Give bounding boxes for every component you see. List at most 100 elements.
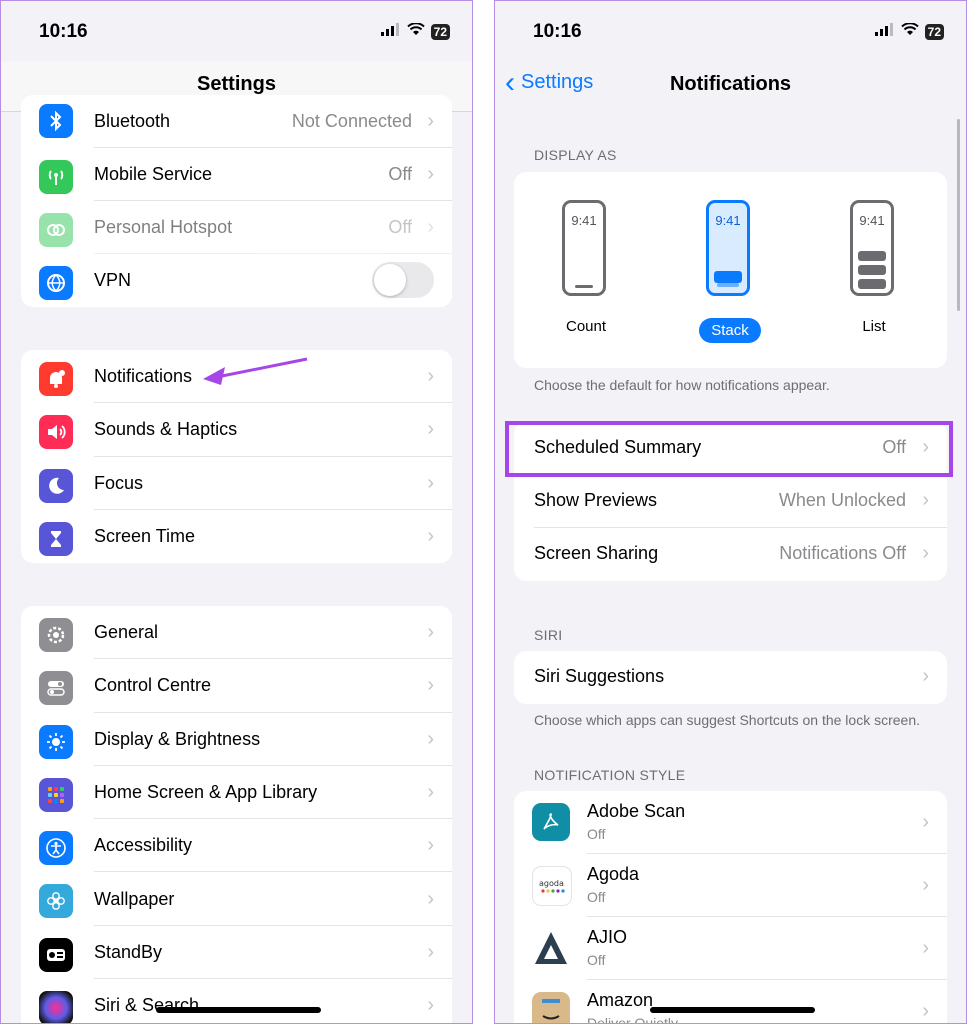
screen-sharing-row[interactable]: Screen Sharing Notifications Off › (514, 528, 947, 581)
moon-icon (39, 468, 73, 503)
accessibility-icon (39, 831, 73, 866)
highlight-box (505, 421, 953, 477)
wifi-icon (900, 22, 919, 41)
settings-row-siri-search[interactable]: Siri & Search › (21, 979, 452, 1023)
status-bar: 10:16 72 (1, 1, 472, 61)
status-time: 10:16 (533, 21, 582, 42)
chevron-right-icon: › (922, 874, 929, 896)
phone-mockup: 9:41 (850, 200, 894, 296)
status-time: 10:16 (39, 21, 88, 42)
gear-icon (39, 618, 73, 652)
cellular-signal-icon (380, 23, 401, 41)
home-indicator (650, 1007, 815, 1013)
speaker-icon (39, 415, 73, 450)
settings-row-home-screen[interactable]: Home Screen & App Library › (21, 766, 452, 820)
chevron-right-icon: › (427, 365, 434, 388)
connectivity-group: Bluetooth Not Connected › Mobile Service… (21, 95, 452, 307)
settings-row-display-brightness[interactable]: Display & Brightness › (21, 713, 452, 766)
settings-row-mobile-service[interactable]: Mobile Service Off › (21, 148, 452, 201)
switches-icon (39, 671, 73, 706)
ajio-icon (532, 929, 570, 967)
settings-screen: 10:16 72 Settings Bluetooth Not Connecte… (0, 0, 473, 1024)
settings-row-control-centre[interactable]: Control Centre › (21, 659, 452, 713)
chevron-right-icon: › (427, 834, 434, 857)
flower-icon (39, 884, 73, 919)
chevron-right-icon: › (427, 110, 434, 132)
selected-pill: Stack (699, 318, 761, 343)
agoda-icon: agoda (532, 866, 572, 906)
settings-row-screen-time[interactable]: Screen Time › (21, 510, 452, 563)
app-row-adobe-scan[interactable]: Adobe Scan Off › (514, 791, 947, 854)
amazon-icon (532, 992, 570, 1023)
annotation-arrow (203, 357, 308, 385)
settings-row-sounds-haptics[interactable]: Sounds & Haptics › (21, 403, 452, 457)
grid-icon (39, 777, 73, 812)
siri-footer: Choose which apps can suggest Shortcuts … (534, 712, 920, 728)
vpn-toggle[interactable] (372, 262, 434, 298)
chevron-right-icon: › (427, 727, 434, 750)
show-previews-row[interactable]: Show Previews When Unlocked › (514, 475, 947, 528)
scroll-indicator[interactable] (957, 119, 960, 311)
app-row-amazon[interactable]: Amazon Deliver Quietly › (514, 980, 947, 1023)
settings-row-bluetooth[interactable]: Bluetooth Not Connected › (21, 95, 452, 148)
app-row-agoda[interactable]: agoda Agoda Off › (514, 854, 947, 917)
hotspot-icon (39, 213, 73, 247)
chevron-right-icon: › (427, 163, 434, 185)
battery-icon: 72 (430, 24, 450, 40)
app-list: Adobe Scan Off › agoda Agoda Off › AJIO … (514, 791, 947, 1023)
chevron-right-icon: › (427, 674, 434, 697)
svg-text:agoda: agoda (539, 879, 564, 888)
chevron-right-icon: › (427, 621, 434, 644)
chevron-right-icon: › (922, 1000, 929, 1022)
section-header-display-as: DISPLAY AS (534, 147, 617, 163)
chevron-right-icon: › (427, 418, 434, 441)
settings-row-general[interactable]: General › (21, 606, 452, 660)
bluetooth-icon (39, 104, 73, 138)
general-group: General › Control Centre › Display & Bri… (21, 606, 452, 1023)
chevron-right-icon: › (427, 216, 434, 238)
antenna-icon (39, 160, 73, 194)
section-header-notification-style: NOTIFICATION STYLE (534, 767, 686, 783)
settings-row-standby[interactable]: StandBy › (21, 926, 452, 980)
chevron-right-icon: › (427, 887, 434, 910)
settings-row-accessibility[interactable]: Accessibility › (21, 819, 452, 873)
siri-group: Siri Suggestions › (514, 651, 947, 704)
section-header-siri: SIRI (534, 627, 563, 643)
notifications-screen: 10:16 72 ‹ Settings Notifications DISPLA… (494, 0, 967, 1024)
chevron-right-icon: › (427, 471, 434, 494)
battery-icon: 72 (924, 24, 944, 40)
page-title: Settings (197, 73, 276, 95)
siri-icon (39, 991, 73, 1023)
chevron-right-icon: › (922, 665, 929, 687)
wifi-icon (406, 22, 425, 41)
hourglass-icon (39, 521, 73, 556)
phone-mockup: 9:41 (706, 200, 750, 296)
display-as-picker: 9:41 Count 9:41 Stack 9:41 List (514, 172, 947, 368)
settings-row-personal-hotspot[interactable]: Personal Hotspot Off › (21, 201, 452, 254)
chevron-right-icon: › (427, 994, 434, 1017)
page-title: Notifications (669, 73, 792, 95)
bell-icon (39, 362, 73, 396)
globe-icon (39, 266, 73, 300)
siri-suggestions-row[interactable]: Siri Suggestions › (514, 651, 947, 704)
chevron-right-icon: › (922, 542, 929, 564)
chevron-right-icon: › (922, 489, 929, 511)
chevron-right-icon: › (922, 937, 929, 959)
chevron-right-icon: › (427, 940, 434, 963)
chevron-right-icon: › (922, 811, 929, 833)
settings-row-vpn[interactable]: VPN (21, 254, 452, 307)
adobe-scan-icon (532, 803, 570, 841)
chevron-right-icon: › (427, 781, 434, 804)
chevron-right-icon: › (427, 525, 434, 548)
status-bar: 10:16 72 (495, 1, 966, 61)
standby-icon (39, 937, 73, 972)
settings-row-focus[interactable]: Focus › (21, 457, 452, 510)
home-indicator (156, 1007, 321, 1013)
cellular-signal-icon (874, 23, 895, 41)
phone-mockup: 9:41 (562, 200, 606, 296)
sun-icon (39, 724, 73, 759)
app-row-ajio[interactable]: AJIO Off › (514, 917, 947, 980)
settings-row-wallpaper[interactable]: Wallpaper › (21, 872, 452, 926)
nav-bar: ‹ Settings Notifications (495, 61, 966, 111)
display-as-footer: Choose the default for how notifications… (534, 377, 830, 393)
